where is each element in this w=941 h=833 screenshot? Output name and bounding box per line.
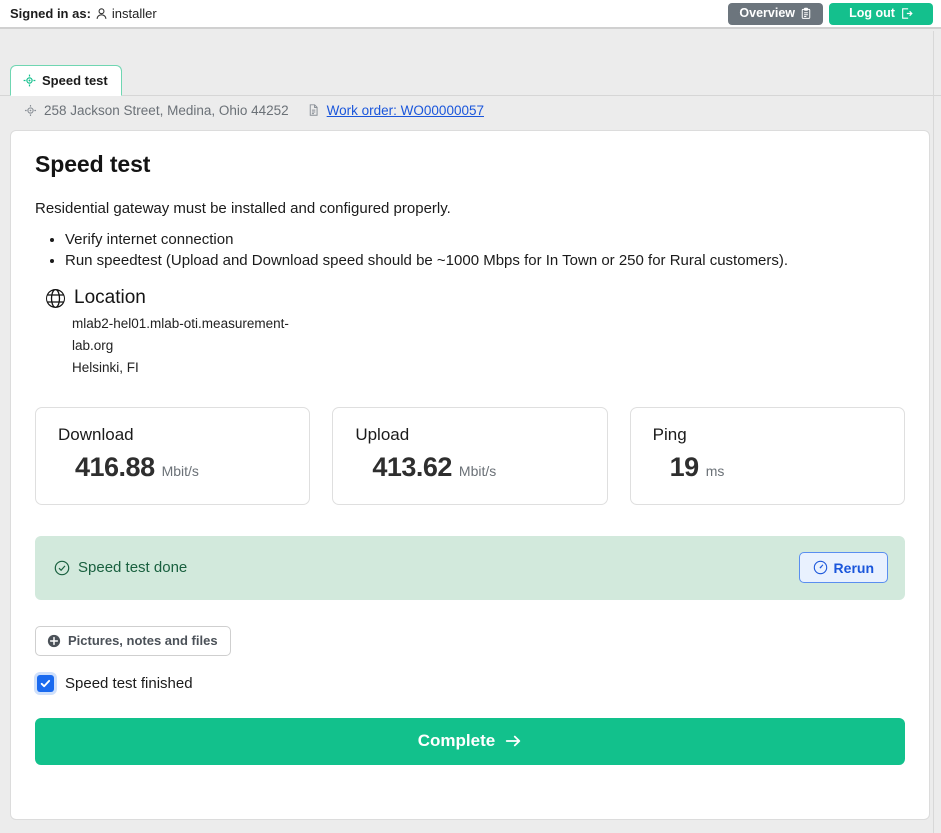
list-item: Verify internet connection [65, 231, 905, 248]
metric-unit: Mbit/s [458, 462, 497, 479]
person-icon [95, 7, 108, 21]
crosshair-icon [24, 104, 37, 117]
scrollbar[interactable] [933, 31, 934, 833]
document-icon [307, 103, 320, 117]
metric-value-line: 19 ms [653, 452, 882, 483]
metric-download: Download 416.88 Mbit/s [35, 406, 311, 505]
signed-in-status: Signed in as: installer [10, 6, 157, 21]
clipboard-icon [800, 7, 812, 20]
metric-unit: Mbit/s [161, 462, 199, 479]
complete-button-label: Complete [417, 731, 496, 751]
location-heading: Location [46, 287, 905, 309]
location-host: mlab2-hel01.mlab-oti.measurement-lab.org [72, 316, 289, 353]
speed-test-finished-checkbox[interactable] [37, 674, 54, 692]
metric-label: Download [58, 424, 134, 444]
breadcrumb: 258 Jackson Street, Medina, Ohio 44252 W… [0, 96, 941, 124]
location-title: Location [74, 287, 146, 308]
speed-test-card: Speed test Residential gateway must be i… [10, 130, 930, 820]
work-order-link[interactable]: Work order: WO00000057 [327, 103, 484, 118]
metric-value: 413.62 [372, 451, 452, 482]
metric-label: Ping [652, 424, 687, 444]
status-alert: Speed test done Rerun [35, 535, 905, 600]
tab-speed-test[interactable]: Speed test [10, 65, 122, 96]
finished-checkbox-row[interactable]: Speed test finished [35, 674, 905, 692]
rerun-button[interactable]: Rerun [798, 552, 888, 584]
arrow-right-icon [504, 732, 522, 750]
logout-button[interactable]: Log out [829, 2, 933, 25]
metric-value-line: 413.62 Mbit/s [355, 452, 584, 483]
complete-button[interactable]: Complete [35, 717, 905, 765]
metrics-row: Download 416.88 Mbit/s Upload 413.62 Mbi… [35, 406, 905, 505]
metric-label: Upload [355, 424, 410, 444]
metric-value: 416.88 [75, 451, 155, 482]
metric-value-line: 416.88 Mbit/s [58, 452, 287, 483]
plus-circle-icon [47, 634, 61, 648]
metric-unit: ms [705, 462, 725, 479]
location-city: Helsinki, FI [72, 359, 139, 375]
logout-button-label: Log out [849, 6, 895, 21]
metric-ping: Ping 19 ms [629, 406, 905, 505]
tab-strip: Speed test [0, 65, 941, 96]
signed-in-username: installer [111, 6, 157, 21]
rerun-button-label: Rerun [833, 559, 874, 576]
list-item: Run speedtest (Upload and Download speed… [65, 252, 905, 269]
metric-upload: Upload 413.62 Mbit/s [332, 406, 608, 505]
location-details: mlab2-hel01.mlab-oti.measurement-lab.org… [72, 313, 312, 379]
status-message: Speed test done [54, 559, 187, 576]
logout-icon [900, 7, 913, 20]
intro-text: Residential gateway must be installed an… [35, 200, 451, 217]
crosshair-icon [23, 74, 36, 87]
status-badge: Speed test done [78, 559, 188, 577]
finished-checkbox-label: Speed test finished [65, 674, 193, 692]
page-title: Speed test [35, 151, 151, 177]
tab-speed-test-label: Speed test [42, 73, 108, 88]
top-bar-actions: Overview Log out [728, 2, 933, 25]
metric-value: 19 [669, 451, 700, 482]
attachments-button-label: Pictures, notes and files [68, 633, 218, 649]
gauge-icon [813, 560, 828, 575]
check-circle-icon [54, 560, 70, 576]
overview-button[interactable]: Overview [728, 2, 823, 25]
signed-in-label: Signed in as: [10, 6, 91, 21]
top-bar: Signed in as: installer Overview Log out [0, 0, 941, 29]
overview-button-label: Overview [739, 6, 795, 21]
instruction-list: Verify internet connection Run speedtest… [35, 231, 905, 269]
globe-icon [46, 288, 65, 308]
site-address: 258 Jackson Street, Medina, Ohio 44252 [44, 102, 289, 118]
attachments-button[interactable]: Pictures, notes and files [35, 625, 231, 656]
